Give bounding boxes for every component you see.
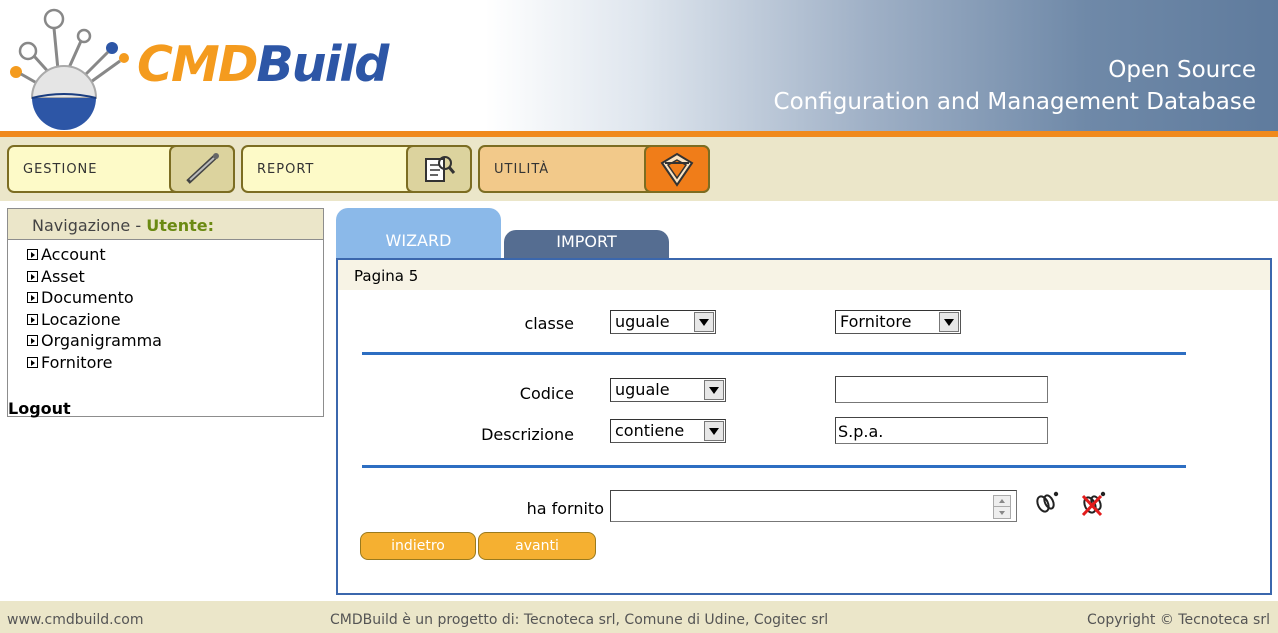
sidebar-item-locazione[interactable]: Locazione (27, 309, 323, 331)
sidebar-title: Navigazione - (32, 216, 147, 235)
tab-wizard[interactable]: WIZARD (336, 208, 501, 258)
add-relation-icon[interactable] (1034, 489, 1060, 517)
logo-text-build: Build (256, 36, 389, 93)
descrizione-input[interactable]: S.p.a. (835, 417, 1048, 444)
menu-gestione-label: GESTIONE (23, 161, 98, 177)
back-button[interactable]: indietro (360, 532, 476, 560)
classe-value-select[interactable]: Fornitore (835, 310, 961, 334)
sidebar-item-label: Locazione (41, 309, 121, 329)
chevron-down-icon (704, 380, 724, 400)
remove-relation-icon[interactable] (1080, 489, 1108, 517)
logout-link[interactable]: Logout (8, 399, 71, 418)
sidebar-item-account[interactable]: Account (27, 244, 323, 266)
classe-label: classe (524, 314, 574, 333)
scroll-down-icon[interactable] (994, 507, 1010, 518)
descrizione-operator-value: contiene (615, 421, 685, 440)
menu-utilita-button[interactable]: UTILITÀ (478, 145, 710, 193)
classe-value-text: Fornitore (840, 312, 912, 331)
descrizione-operator-select[interactable]: contiene (610, 419, 726, 443)
menu-utilita-label: UTILITÀ (494, 161, 550, 177)
report-magnifier-icon (406, 145, 472, 193)
logo-text-cmd: CMD (137, 36, 258, 93)
descrizione-label: Descrizione (481, 425, 574, 444)
wizard-panel: Pagina 5 classe uguale Fornitore Codice … (336, 258, 1272, 595)
tagline-line1: Open Source (1108, 57, 1256, 83)
classe-operator-select[interactable]: uguale (610, 310, 716, 334)
sidebar-item-label: Documento (41, 288, 134, 307)
chevron-down-icon (694, 312, 714, 332)
header-banner: CMDBuild Open Source Configuration and M… (0, 0, 1278, 137)
scroll-up-icon[interactable] (994, 496, 1010, 507)
sidebar-item-label: Asset (41, 266, 85, 286)
menu-report-label: REPORT (257, 161, 315, 177)
expand-icon[interactable] (27, 313, 38, 325)
top-menu-bar: GESTIONE REPORT UTILITÀ (0, 137, 1278, 201)
expand-icon[interactable] (27, 249, 38, 261)
ha-fornito-list[interactable] (610, 490, 1017, 522)
menu-report-button[interactable]: REPORT (241, 145, 472, 193)
section-divider (362, 352, 1186, 355)
sidebar-item-asset[interactable]: Asset (27, 266, 323, 288)
ha-fornito-label: ha fornito (526, 499, 604, 518)
tagline-line2: Configuration and Management Database (773, 89, 1256, 115)
chevron-down-icon (704, 421, 724, 441)
next-button[interactable]: avanti (478, 532, 596, 560)
expand-icon[interactable] (27, 292, 38, 304)
codice-operator-select[interactable]: uguale (610, 378, 726, 402)
codice-label: Codice (519, 384, 574, 403)
sidebar-item-label: Account (41, 245, 106, 264)
section-divider (362, 465, 1186, 468)
ha-fornito-scrollbar[interactable] (993, 495, 1011, 519)
sidebar-item-label: Fornitore (41, 352, 113, 372)
navigation-sidebar: Navigazione - Utente: Account Asset Docu… (7, 208, 324, 418)
sidebar-item-organigramma[interactable]: Organigramma (27, 330, 323, 352)
nav-tree: Account Asset Documento Locazione Organi… (8, 240, 323, 373)
sidebar-user-label: Utente: (146, 216, 214, 235)
sidebar-item-documento[interactable]: Documento (27, 287, 323, 309)
tagline: Open Source Configuration and Management… (774, 54, 1256, 118)
sidebar-item-fornitore[interactable]: Fornitore (27, 352, 323, 374)
cmdbuild-logo-icon (10, 8, 129, 130)
page-title: Pagina 5 (338, 260, 1270, 290)
expand-icon[interactable] (27, 356, 38, 368)
sidebar-header: Navigazione - Utente: (8, 209, 323, 240)
footer-credits: CMDBuild è un progetto di: Tecnoteca srl… (330, 612, 829, 628)
tools-icon (169, 145, 235, 193)
classe-operator-value: uguale (615, 312, 670, 331)
menu-gestione-button[interactable]: GESTIONE (7, 145, 235, 193)
codice-input[interactable] (835, 376, 1048, 403)
footer-copyright: Copyright © Tecnoteca srl (1087, 612, 1270, 628)
cmdbuild-logo-text: CMDBuild (137, 36, 389, 93)
expand-icon[interactable] (27, 335, 38, 347)
codice-operator-value: uguale (615, 380, 670, 399)
tab-import[interactable]: IMPORT (504, 230, 669, 258)
utility-shield-icon (644, 145, 710, 193)
footer-site-link[interactable]: www.cmdbuild.com (7, 612, 144, 628)
footer: www.cmdbuild.com CMDBuild è un progetto … (0, 601, 1278, 633)
sidebar-item-label: Organigramma (41, 331, 162, 350)
chevron-down-icon (939, 312, 959, 332)
expand-icon[interactable] (27, 270, 38, 282)
